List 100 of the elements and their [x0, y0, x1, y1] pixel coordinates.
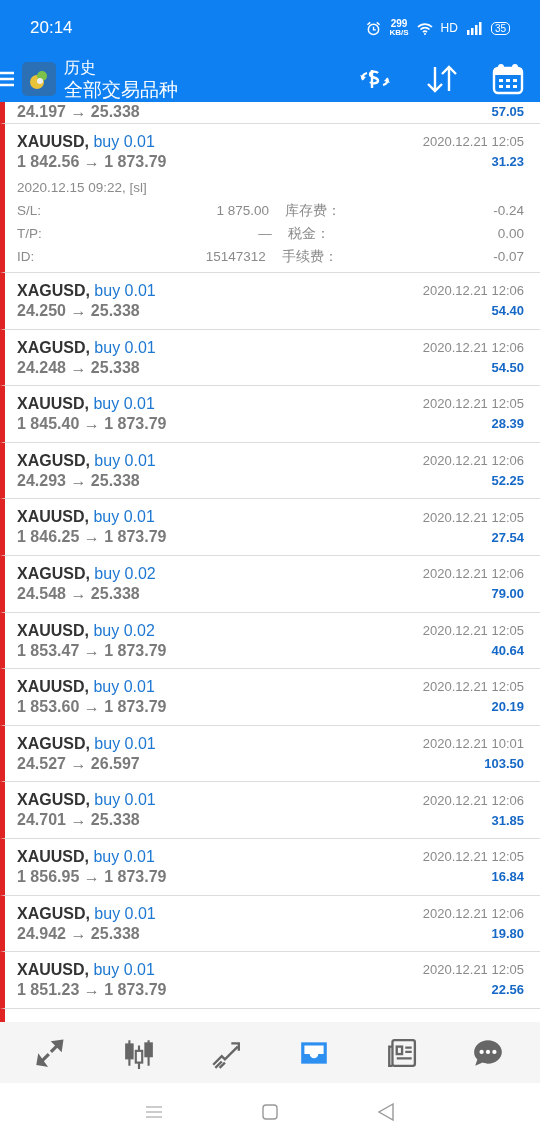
trade-row[interactable]: XAGUSD, buy 0.01 2020.12.21 12:06 24.942 → 25.338 19.80 — [0, 895, 540, 953]
close-time: 2020.12.21 12:05 — [422, 848, 524, 867]
trade-symbol: XAUUSD, — [17, 508, 90, 526]
trade-prices: 24.527 → 26.597 — [17, 753, 140, 774]
close-time: 2020.12.21 12:05 — [422, 508, 524, 527]
trade-prices: 24.942 → 25.338 — [17, 923, 140, 944]
close-time: 2020.12.21 12:05 — [422, 133, 524, 152]
detail-value: 15147312 — [204, 248, 266, 266]
trade-prices: 1 856.95 → 1 873.79 — [17, 866, 167, 887]
detail-label: ID: — [17, 248, 35, 266]
close-time: 2020.12.21 12:06 — [422, 791, 524, 810]
trade-symbol: XAGUSD, — [17, 282, 91, 299]
detail-label: 库存费： — [285, 202, 343, 220]
trade-side: buy 0.01 — [94, 734, 156, 752]
trade-prices: 1 853.60 → 1 873.79 — [17, 697, 167, 718]
trade-row[interactable]: XAUUSD, buy 0.01 2020.12.21 12:05 1 853.60 → 1 873.79 20.19 — [0, 669, 540, 726]
trade-prices: 24.293 → 25.338 — [17, 470, 140, 491]
trade-row[interactable]: XAUUSD, buy 0.01 2020.12.21 12:05 1 842.56 → 1 873.79 31.23 2020.12.15 09:22, [sl] S/L: 1 875.00 库存费： -0.24 T/P: — 税金： 0.00 ID: 15147312 手续费： -0.07 — [0, 124, 540, 273]
trade-profit: 57.05 — [491, 103, 524, 122]
trade-side: buy 0.01 — [93, 508, 155, 526]
trade-prices: 1 851.23 → 1 873.79 — [17, 980, 167, 1001]
close-time: 2020.12.21 12:06 — [422, 282, 524, 301]
detail-value: 1 875.00 — [215, 202, 270, 220]
trade-symbol: XAGUSD, — [17, 904, 91, 922]
trade-symbol: XAUUSD, — [17, 961, 90, 979]
trade-row[interactable]: XAGUSD, buy 0.01 2020.12.21 12:06 24.250 → 25.338 54.40 — [0, 273, 540, 330]
trade-prices: 1 846.25 → 1 873.79 — [17, 527, 167, 548]
trade-profit: 79.00 — [491, 585, 524, 604]
trade-side: buy 0.01 — [94, 791, 156, 809]
trade-row[interactable]: XAUUSD, buy 0.01 2020.12.21 12:05 1 845.40 → 1 873.79 28.39 — [0, 386, 540, 443]
trade-row[interactable]: XAGUSD, buy 0.01 2020.12.21 12:06 24.293 → 25.338 52.25 — [0, 442, 540, 500]
trade-profit: 31.23 — [491, 153, 524, 172]
detail-value: 0.00 — [497, 225, 524, 243]
trade-prices: 1 845.40 → 1 873.79 — [17, 414, 167, 435]
trade-symbol: XAUUSD, — [17, 621, 90, 639]
trade-symbol: XAUUSD, — [17, 847, 90, 865]
trade-prices: 24.197 → 25.338 — [17, 102, 140, 122]
trade-prices: 1 853.47 → 1 873.79 — [17, 640, 167, 661]
trade-profit: 54.40 — [491, 302, 524, 321]
trade-prices: 24.250 → 25.338 — [17, 301, 140, 321]
close-time: 2020.12.21 12:05 — [422, 621, 524, 640]
detail-label: 手续费： — [281, 248, 339, 266]
sort-icon[interactable] — [426, 65, 458, 93]
trade-symbol: XAGUSD, — [17, 564, 91, 582]
detail-label: 税金： — [287, 225, 331, 243]
page-title: 历史 — [64, 58, 97, 78]
battery-indicator: 35 — [490, 21, 510, 35]
status-time: 20:14 — [30, 17, 73, 40]
trade-prices: 24.701 → 25.338 — [17, 810, 140, 831]
trade-side: buy 0.01 — [93, 133, 155, 150]
wifi-icon — [416, 21, 433, 35]
trade-profit: 22.56 — [491, 981, 524, 1000]
trade-row[interactable]: XAUUSD, buy 0.01 2020.12.21 12:05 1 846.25 → 1 873.79 27.54 — [0, 499, 540, 556]
trade-side: buy 0.01 — [93, 678, 155, 696]
trade-row[interactable]: XAUUSD, buy 0.01 2020.12.21 12:05 1 856.95 → 1 873.79 16.84 — [0, 838, 540, 896]
trade-side: buy 0.01 — [94, 904, 156, 922]
trade-row[interactable]: XAUUSD, buy 0.01 2020.12.21 12:05 1 851.23 → 1 873.79 22.56 — [0, 952, 540, 1009]
trade-symbol: XAGUSD, — [17, 791, 91, 809]
trade-prices: 1 842.56 → 1 873.79 — [17, 152, 167, 172]
close-time: 2020.12.21 12:05 — [422, 961, 524, 980]
trade-symbol: XAGUSD, — [17, 338, 91, 356]
detail-label: T/P: — [17, 225, 42, 243]
trade-side: buy 0.02 — [93, 621, 155, 639]
app-logo-icon — [22, 62, 56, 96]
home-icon[interactable] — [262, 1103, 278, 1120]
calendar-icon[interactable] — [492, 63, 524, 95]
trade-side: buy 0.01 — [94, 282, 156, 299]
detail-value: -0.07 — [493, 248, 524, 266]
trade-prices: 24.548 → 25.338 — [17, 583, 140, 604]
symbol-filter[interactable]: 全部交易品种 — [64, 79, 178, 101]
trade-row[interactable]: XAGUSD, buy 0.01 2020.12.21 10:01 24.527 → 26.597 103.50 — [0, 725, 540, 783]
trade-side: buy 0.02 — [94, 564, 156, 582]
menu-icon[interactable] — [0, 71, 14, 87]
trade-profit: 52.25 — [491, 472, 524, 491]
trade-row[interactable]: XAGUSD, buy 0.02 2020.12.21 12:06 24.548 → 25.338 79.00 — [0, 555, 540, 613]
trade-side: buy 0.01 — [94, 338, 156, 356]
trade-symbol: XAGUSD, — [17, 451, 91, 469]
detail-value: -0.24 — [493, 202, 524, 220]
trade-row[interactable]: XAGUSD, buy 0.01 2020.12.21 12:06 24.248 → 25.338 54.50 — [0, 329, 540, 387]
close-time: 2020.12.21 12:05 — [422, 395, 524, 414]
trade-side: buy 0.01 — [93, 847, 155, 865]
trade-row[interactable]: 24.197 → 25.338 57.05 — [0, 102, 540, 124]
trade-row[interactable]: XAUUSD, buy 0.02 2020.12.21 12:05 1 853.47 → 1 873.79 40.64 — [0, 612, 540, 670]
back-icon[interactable] — [378, 1102, 394, 1121]
close-time: 2020.12.21 12:05 — [422, 678, 524, 697]
trade-side: buy 0.01 — [93, 395, 155, 413]
speed-unit: KB/S — [389, 27, 409, 37]
trade-symbol: XAUUSD, — [17, 133, 90, 150]
trade-row[interactable]: XAGUSD, buy 0.01 2020.12.21 12:06 24.701 → 25.338 31.85 — [0, 782, 540, 839]
close-time: 2020.12.21 10:01 — [422, 735, 524, 753]
trade-profit: 40.64 — [491, 641, 524, 660]
trade-profit: 31.85 — [491, 811, 524, 830]
detail-label: S/L: — [17, 202, 41, 220]
network-speed: 299 — [390, 19, 408, 28]
trade-profit: 28.39 — [491, 415, 524, 434]
detail-value: — — [257, 225, 272, 243]
open-info: 2020.12.15 09:22, [sl] — [17, 179, 148, 197]
trade-symbol: XAUUSD, — [17, 678, 90, 696]
trade-side: buy 0.01 — [94, 451, 156, 469]
trade-profit: 54.50 — [491, 358, 524, 377]
